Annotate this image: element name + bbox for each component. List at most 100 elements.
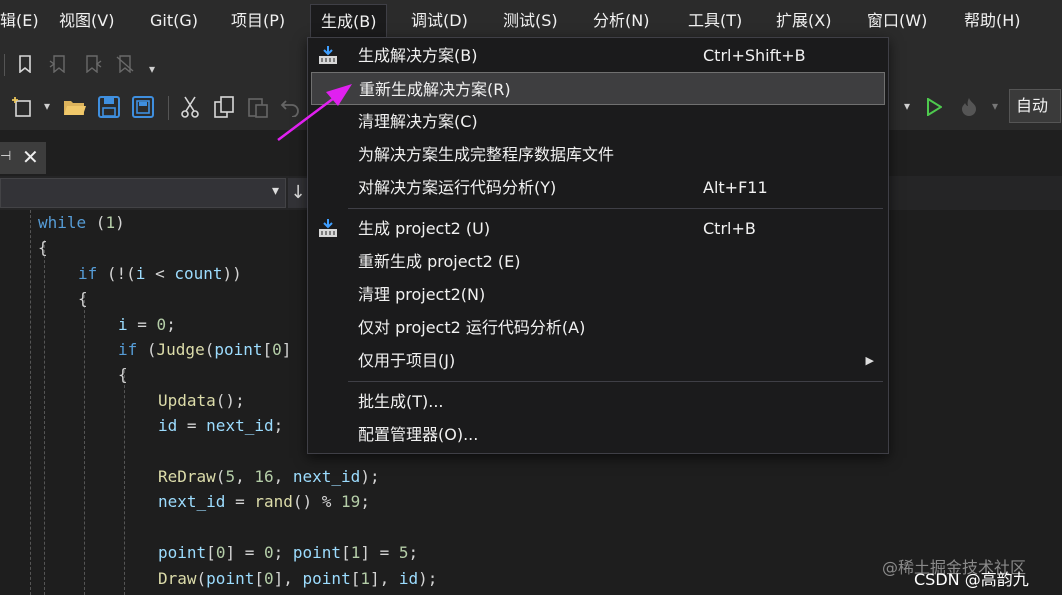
code-token: point <box>292 543 342 563</box>
code-token: i <box>118 314 128 334</box>
undo-icon[interactable] <box>278 94 302 120</box>
menu-edit[interactable]: 辑(E) <box>0 0 39 42</box>
menu-extensions[interactable]: 扩展(X) <box>776 0 831 42</box>
menu-tools[interactable]: 工具(T) <box>688 0 742 42</box>
menu-item-label: 为解决方案生成完整程序数据库文件 <box>358 145 615 164</box>
start-icon[interactable] <box>922 94 946 120</box>
code-line: if (Judge(point[0] <box>118 337 291 362</box>
code-token: 0 <box>263 568 274 588</box>
arrow-down-icon[interactable]: ↓ <box>288 178 308 208</box>
menu-help[interactable]: 帮助(H) <box>964 0 1021 42</box>
code-token: next_id <box>292 467 361 486</box>
menu-debug[interactable]: 调试(D) <box>411 0 468 42</box>
code-line: point[0] = 0; point[1] = 5; <box>158 540 418 565</box>
code-token: id <box>158 416 178 436</box>
code-token: )) <box>222 263 242 283</box>
paste-icon[interactable] <box>246 94 270 120</box>
menu-item-label: 生成 project2 (U) <box>358 219 491 238</box>
menu-window[interactable]: 窗口(W) <box>867 0 927 42</box>
menu-view[interactable]: 视图(V) <box>59 0 114 42</box>
indent-guide <box>84 295 85 595</box>
menu-bar: 辑(E) 视图(V) Git(G) 项目(P) 生成(B) 调试(D) 测试(S… <box>0 0 1062 42</box>
bookmark-clear-icon[interactable] <box>113 52 137 76</box>
bookmark-icon[interactable] <box>14 52 36 76</box>
overflow-icon[interactable]: ▾ <box>145 62 159 76</box>
code-token: ; <box>408 543 419 563</box>
watermark-csdn: CSDN @高韵九 <box>914 570 1029 589</box>
code-token: 0 <box>263 543 274 563</box>
menu-git[interactable]: Git(G) <box>150 0 198 42</box>
code-token: ; <box>273 416 284 436</box>
menu-item-label: 仅对 project2 运行代码分析(A) <box>358 318 586 337</box>
code-token: i <box>135 263 146 283</box>
code-token: () % <box>292 492 342 512</box>
pin-icon[interactable]: ⊣ <box>0 149 11 164</box>
code-token: point <box>214 340 263 359</box>
menu-item-clean-project[interactable]: 清理 project2(N) <box>308 278 888 311</box>
code-token: if <box>78 263 98 283</box>
build-menu-dropdown: 生成解决方案(B) Ctrl+Shift+B 重新生成解决方案(R) 清理解决方… <box>307 37 889 454</box>
menu-item-run-code-analysis-project[interactable]: 仅对 project2 运行代码分析(A) <box>308 311 888 344</box>
code-token: ( <box>196 568 207 588</box>
bookmark-prev-icon[interactable] <box>47 52 71 76</box>
menu-project[interactable]: 项目(P) <box>231 0 285 42</box>
copy-icon[interactable] <box>212 94 236 120</box>
code-line: next_id = rand() % 19; <box>158 489 370 514</box>
code-token: ; <box>273 543 293 563</box>
code-token: ; <box>360 492 370 512</box>
menu-item-batch-build[interactable]: 批生成(T)... <box>308 385 888 418</box>
menu-item-label: 批生成(T)... <box>358 392 444 411</box>
new-project-icon[interactable] <box>8 94 36 120</box>
code-token: while <box>38 213 87 232</box>
menu-item-project-only[interactable]: 仅用于项目(J) ▶ <box>308 344 888 377</box>
scope-dropdown[interactable]: ▾ <box>0 178 286 208</box>
build-icon <box>318 218 338 238</box>
menu-item-shortcut: Ctrl+B <box>703 219 756 238</box>
menu-item-build-project[interactable]: 生成 project2 (U) Ctrl+B <box>308 212 888 245</box>
open-folder-icon[interactable] <box>62 94 88 120</box>
code-token: [ <box>341 543 351 563</box>
code-token: [ <box>350 568 361 588</box>
menu-item-configuration-manager[interactable]: 配置管理器(O)... <box>308 418 888 451</box>
config-dropdown[interactable]: 自动 <box>1009 89 1061 123</box>
code-token: id <box>398 568 419 588</box>
hot-reload-icon[interactable] <box>956 94 982 120</box>
code-line: i = 0; <box>118 312 176 337</box>
menu-analyze[interactable]: 分析(N) <box>593 0 649 42</box>
menu-build[interactable]: 生成(B) <box>310 4 388 41</box>
code-line: while (1) <box>38 210 125 235</box>
code-token: ] = <box>225 543 264 563</box>
code-token: = <box>225 492 255 512</box>
code-token: 0 <box>156 314 167 334</box>
submenu-arrow-icon: ▶ <box>865 354 874 367</box>
dropdown-arrow-icon[interactable]: ▾ <box>988 98 1002 114</box>
code-token: ( <box>215 467 226 486</box>
close-icon[interactable]: ✕ <box>22 145 39 169</box>
toolbar-separator <box>4 54 5 76</box>
code-token: point <box>206 568 255 588</box>
menu-item-rebuild-project[interactable]: 重新生成 project2 (E) <box>308 245 888 278</box>
cut-icon[interactable] <box>178 94 202 120</box>
code-token: ], <box>369 568 399 588</box>
menu-item-clean-solution[interactable]: 清理解决方案(C) <box>308 105 888 138</box>
menu-item-rebuild-solution[interactable]: 重新生成解决方案(R) <box>311 72 885 105</box>
code-token: 5 <box>398 543 409 563</box>
menu-item-label: 清理 project2(N) <box>358 285 486 304</box>
menu-item-build-solution[interactable]: 生成解决方案(B) Ctrl+Shift+B <box>308 39 888 72</box>
indent-guide <box>124 370 125 595</box>
code-line: Updata(); <box>158 388 245 413</box>
menu-test[interactable]: 测试(S) <box>503 0 558 42</box>
document-tab[interactable]: ⊣ ✕ <box>0 142 46 174</box>
menu-item-shortcut: Alt+F11 <box>703 178 768 197</box>
save-all-icon[interactable] <box>130 94 156 120</box>
code-token: 19 <box>341 492 361 512</box>
bookmark-next-icon[interactable] <box>80 52 104 76</box>
menu-item-label: 生成解决方案(B) <box>358 46 478 65</box>
menu-item-run-code-analysis-solution[interactable]: 对解决方案运行代码分析(Y) Alt+F11 <box>308 171 888 204</box>
code-token: ] <box>281 340 292 359</box>
code-token: 0 <box>272 340 282 359</box>
dropdown-arrow-icon[interactable]: ▾ <box>900 98 914 114</box>
dropdown-arrow-icon[interactable]: ▾ <box>40 98 54 114</box>
save-icon[interactable] <box>96 94 122 120</box>
menu-item-generate-pdb[interactable]: 为解决方案生成完整程序数据库文件 <box>308 138 888 171</box>
